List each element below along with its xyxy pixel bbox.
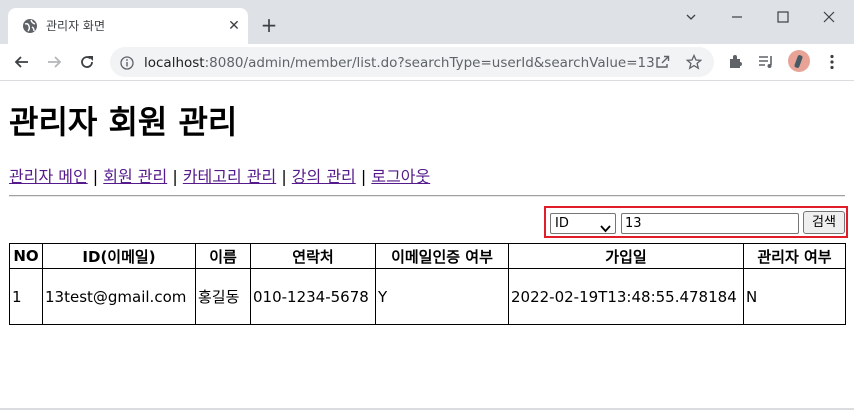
extensions-puzzle-icon[interactable] [726, 52, 746, 72]
search-form: ID 검색 [544, 206, 848, 238]
page-title: 관리자 회원 관리 [9, 103, 238, 141]
search-type-value: ID [555, 216, 569, 231]
site-info-icon[interactable] [120, 55, 134, 74]
browser-tab-strip: 관리자 화면 ✕ + [0, 0, 854, 44]
menu-separator: | [172, 167, 178, 186]
bookmark-star-icon[interactable] [685, 53, 703, 70]
new-tab-icon[interactable]: + [258, 14, 280, 36]
column-header-reg-date: 가입일 [508, 243, 744, 269]
minimize-line-icon [732, 16, 742, 18]
column-header-no: NO [9, 243, 43, 269]
table-row: 1 13test@gmail.com 홍길동 010-1234-5678 Y 2… [9, 268, 846, 325]
menu-separator: | [360, 167, 367, 186]
tab-title: 관리자 화면 [46, 19, 106, 33]
cell-reg-date: 2022-02-19T13:48:55.478184 [508, 268, 744, 325]
divider-line [9, 195, 845, 197]
back-arrow-icon[interactable] [12, 52, 32, 72]
restore-window-button[interactable] [714, 4, 760, 30]
search-value-input[interactable] [621, 213, 799, 234]
nav-link-admin-main[interactable]: 관리자 메인 [9, 167, 88, 186]
media-playlist-icon[interactable] [756, 52, 776, 72]
member-table: NO ID(이메일) 이름 연락처 이메일인증 여부 가입일 관리자 여부 1 … [9, 243, 846, 325]
browser-toolbar: localhost:8080/admin/member/list.do?sear… [0, 44, 854, 81]
cell-phone: 010-1234-5678 [250, 268, 376, 325]
reload-icon[interactable] [77, 52, 97, 72]
more-options-icon[interactable] [822, 52, 842, 72]
table-header-row: NO ID(이메일) 이름 연락처 이메일인증 여부 가입일 관리자 여부 [9, 243, 846, 269]
nav-link-logout[interactable]: 로그아웃 [371, 167, 430, 186]
cell-admin: N [743, 268, 846, 325]
search-button[interactable]: 검색 [803, 211, 845, 234]
column-header-phone: 연락처 [250, 243, 376, 269]
url-host: localhost [144, 55, 205, 71]
column-header-admin: 관리자 여부 [743, 243, 846, 269]
url-text: localhost:8080/admin/member/list.do?sear… [144, 55, 655, 71]
column-header-email-auth: 이메일인증 여부 [375, 243, 509, 269]
maximize-icon [777, 11, 789, 23]
close-icon [823, 11, 835, 23]
close-tab-icon[interactable]: ✕ [226, 18, 242, 34]
globe-icon [22, 18, 38, 34]
cell-name: 홍길동 [195, 268, 251, 325]
search-type-select[interactable]: ID [550, 213, 616, 234]
url-path: :8080/admin/member/list.do?searchType=us… [204, 55, 655, 71]
forward-arrow-icon[interactable] [44, 52, 64, 72]
cell-no: 1 [9, 268, 43, 325]
address-bar[interactable]: localhost:8080/admin/member/list.do?sear… [110, 47, 714, 77]
chevron-down-icon [600, 220, 611, 239]
cell-email: 13test@gmail.com [42, 268, 196, 325]
minimize-window-button[interactable] [668, 4, 714, 30]
minimize-icon [686, 14, 696, 20]
column-header-id: ID(이메일) [42, 243, 196, 269]
menu-separator: | [281, 167, 287, 186]
close-window-button[interactable] [806, 4, 852, 30]
nav-link-member-management[interactable]: 회원 관리 [103, 167, 167, 186]
maximize-window-button[interactable] [760, 4, 806, 30]
menu-separator: | [92, 167, 99, 186]
nav-link-category-management[interactable]: 카테고리 관리 [183, 167, 276, 186]
column-header-name: 이름 [195, 243, 251, 269]
nav-link-course-management[interactable]: 강의 관리 [292, 167, 356, 186]
cell-email-auth: Y [375, 268, 509, 325]
browser-tab[interactable]: 관리자 화면 ✕ [8, 8, 248, 44]
profile-avatar[interactable] [788, 50, 810, 72]
share-icon[interactable] [654, 54, 670, 70]
admin-nav-menu: 관리자 메인 | 회원 관리 | 카테고리 관리 | 강의 관리 | 로그아웃 [9, 166, 430, 188]
